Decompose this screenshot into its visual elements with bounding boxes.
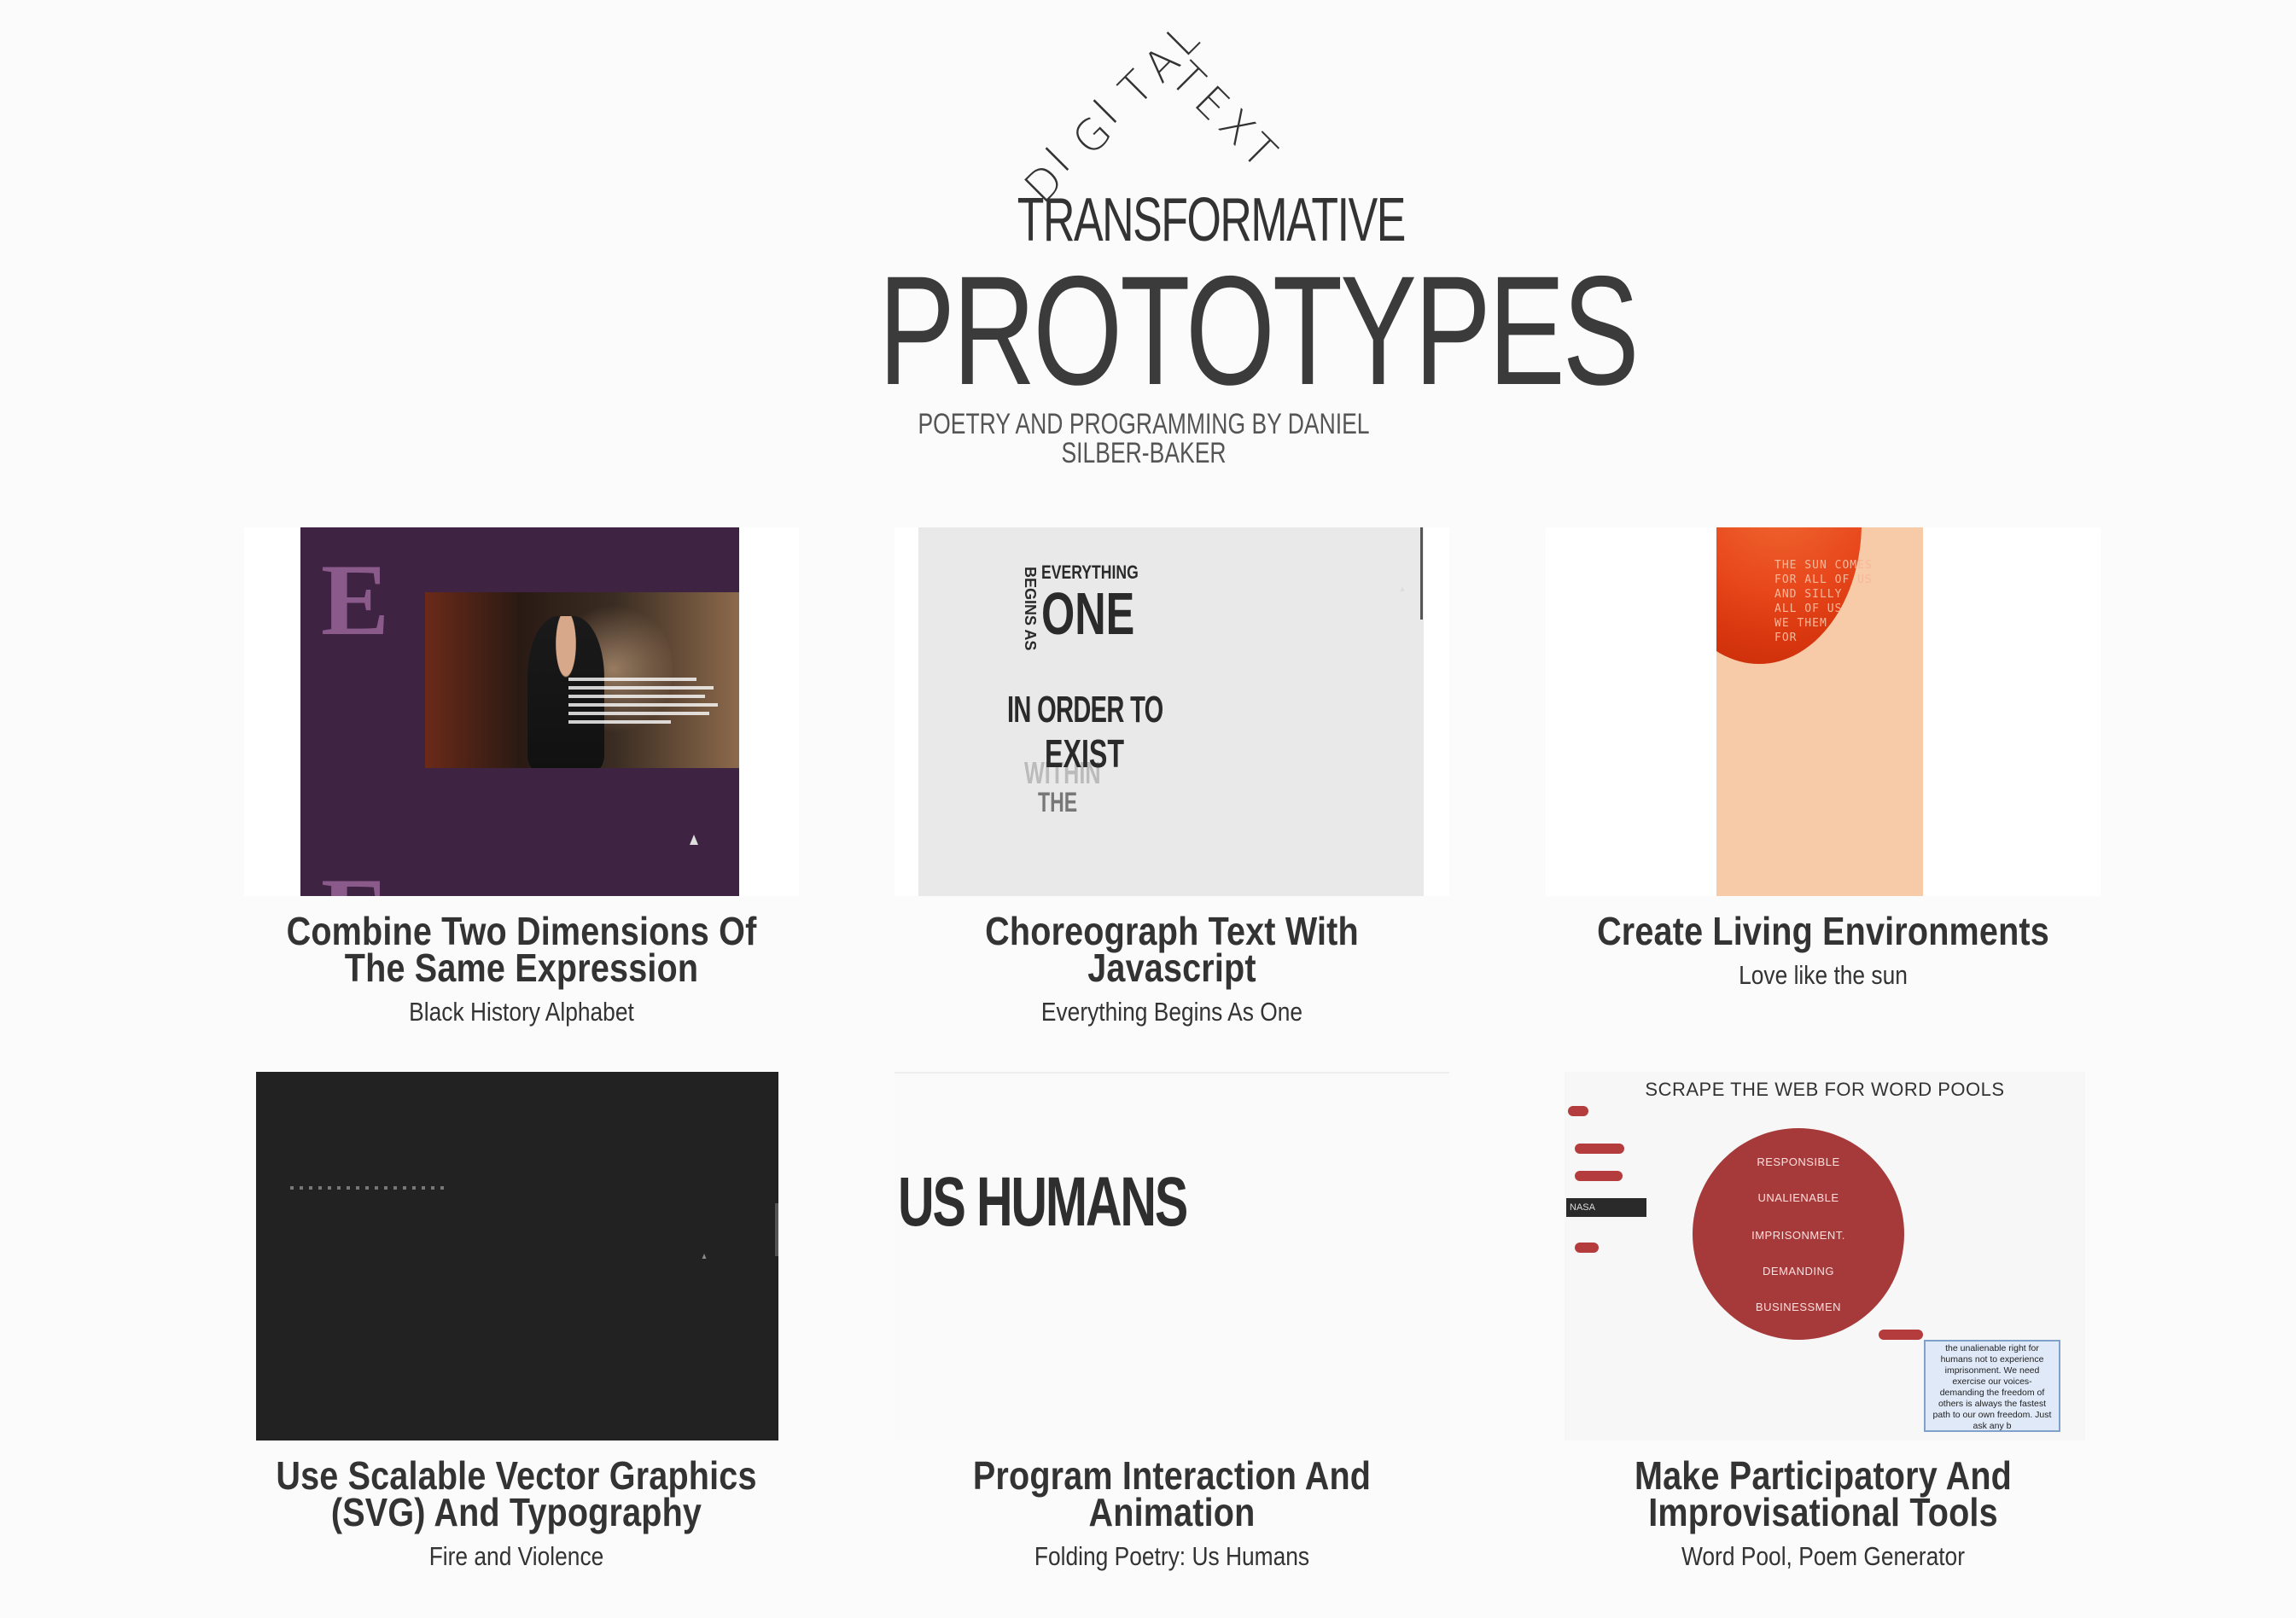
word-pool-circle: RESPONSIBLE UNALIENABLE IMPRISONMENT. DE… [1693,1128,1904,1340]
pool-word[interactable]: IMPRISONMENT. [1693,1229,1904,1242]
card-title[interactable]: Make Participatory And Improvisational T… [1555,1456,2091,1532]
pool-word[interactable]: DEMANDING [1693,1265,1904,1278]
word-pool-panel: SCRAPE THE WEB FOR WORD POOLS NASA RESPO… [1565,1072,2085,1440]
cursor-icon [702,1254,707,1259]
sun-poem-line: THE SUN COMES [1774,559,1873,572]
card-title[interactable]: Program Interaction And Animation [904,1456,1440,1532]
sun-poem-line: FOR ALL OF US [1774,573,1873,586]
word-pool-button[interactable] [1575,1243,1599,1253]
scrollbar[interactable] [775,1203,778,1256]
prototype-card-word-pool[interactable]: SCRAPE THE WEB FOR WORD POOLS NASA RESPO… [1546,1072,2101,1572]
word-one: ONE [1041,580,1135,647]
word-pool-button[interactable] [1575,1144,1624,1154]
alphabet-letter: E [321,543,390,656]
pool-word[interactable]: UNALIENABLE [1693,1191,1904,1204]
cursor-icon [690,835,698,845]
word-pool-button[interactable] [1568,1106,1588,1116]
us-humans-text: US HUMANS [898,1163,1188,1241]
scrollbar[interactable] [1420,527,1423,620]
word-the: THE [1038,787,1078,818]
pool-word[interactable]: RESPONSIBLE [1693,1155,1904,1168]
word-pool-search-input[interactable]: NASA [1566,1198,1646,1217]
cursor-icon [1400,586,1405,591]
card-subtitle: Folding Poetry: Us Humans [1034,1541,1310,1571]
word-begins-as: BEGINS AS [1022,567,1039,651]
card-title[interactable]: Combine Two Dimensions Of The Same Expre… [253,911,790,987]
folding-poetry-panel: US HUMANS [895,1072,1449,1440]
alphabet-panel: E E [300,527,739,896]
speaker-photo [425,592,739,768]
pool-word[interactable]: BUSINESSMEN [1693,1301,1904,1313]
prototype-card-us-humans[interactable]: US HUMANS Program Interaction And Animat… [895,1072,1449,1572]
card-subtitle: Word Pool, Poem Generator [1681,1541,1965,1571]
card-thumbnail[interactable]: EVERYTHING BEGINS AS ONE IN ORDER TO WIT… [895,527,1449,896]
card-subtitle: Love like the sun [1739,960,1908,990]
card-subtitle: Black History Alphabet [409,997,634,1027]
word-pool-button[interactable] [1575,1171,1623,1181]
word-everything: EVERYTHING [1041,562,1139,583]
site-title[interactable]: PROTOTYPES [878,253,1639,408]
prototype-card-fire-and-violence[interactable]: Use Scalable Vector Graphics (SVG) And T… [239,1072,794,1572]
word-exist: EXIST [1045,731,1125,776]
kinetic-text-panel: EVERYTHING BEGINS AS ONE IN ORDER TO WIT… [918,527,1424,896]
svg-panel [256,1072,778,1440]
prototype-card-black-history-alphabet[interactable]: E E Combine Two Dimensions Of The Same E… [244,527,799,1027]
card-subtitle: Everything Begins As One [1040,997,1303,1027]
alphabet-letter: E [321,855,389,896]
word-pool-button[interactable] [1879,1330,1923,1340]
word-pool-heading: SCRAPE THE WEB FOR WORD POOLS [1645,1079,2005,1100]
word-in-order-to: IN ORDER TO [1007,689,1163,730]
card-subtitle: Fire and Violence [428,1541,604,1571]
card-title[interactable]: Choreograph Text With Javascript [904,911,1440,987]
header-supertitle: TRANSFORMATIVE [1017,186,1407,254]
site-byline: POETRY AND PROGRAMMING BY DANIEL SILBER-… [918,408,1370,469]
card-thumbnail[interactable]: THE SUN COMES FOR ALL OF US AND SILLY AL… [1546,527,2101,896]
card-title[interactable]: Create Living Environments [1555,911,2091,951]
sun-poem-line: FOR [1774,631,1798,644]
card-thumbnail[interactable] [239,1072,794,1440]
sun-poem-line: ALL OF US [1774,602,1843,615]
sun-poem-line: WE THEM [1774,617,1827,630]
generated-poem-box: the unalienable right for humans not to … [1924,1340,2060,1432]
sun-poem-line: AND SILLY [1774,588,1843,601]
sun-panel: THE SUN COMES FOR ALL OF US AND SILLY AL… [1716,527,1923,896]
sun-poem: THE SUN COMES FOR ALL OF US AND SILLY AL… [1774,558,1920,645]
card-thumbnail[interactable]: E E [244,527,799,896]
prototype-card-love-like-the-sun[interactable]: THE SUN COMES FOR ALL OF US AND SILLY AL… [1546,527,2101,991]
prototype-card-everything-begins-as-one[interactable]: EVERYTHING BEGINS AS ONE IN ORDER TO WIT… [895,527,1449,1027]
card-thumbnail[interactable]: SCRAPE THE WEB FOR WORD POOLS NASA RESPO… [1546,1072,2101,1440]
loading-dots [290,1186,444,1190]
card-title[interactable]: Use Scalable Vector Graphics (SVG) And T… [248,1456,784,1532]
card-thumbnail[interactable]: US HUMANS [895,1072,1449,1440]
